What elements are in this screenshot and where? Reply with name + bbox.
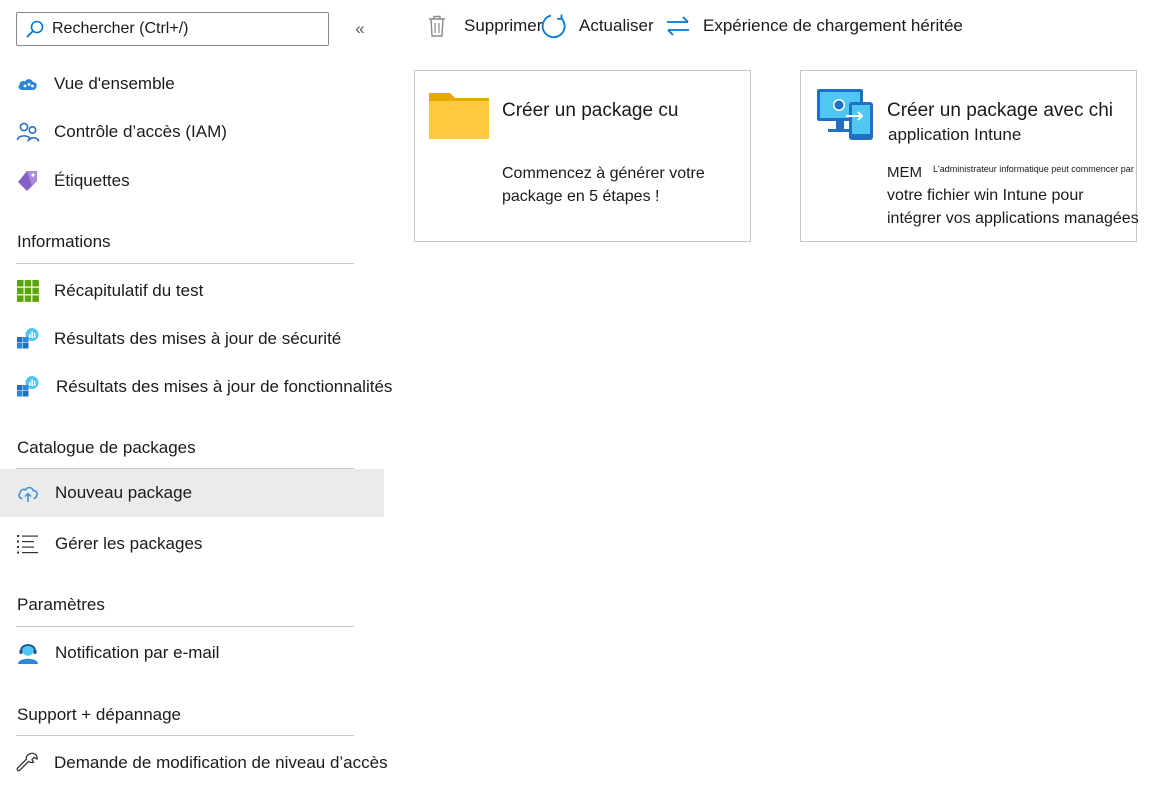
legacy-label: Expérience de chargement héritée xyxy=(703,16,963,35)
sidebar: « Vue d'ensemble Contrôle d’accès (IAM) xyxy=(0,0,400,789)
sidebar-item-label: Contrôle d’accès (IAM) xyxy=(54,122,227,141)
sidebar-item-tags[interactable]: Étiquettes xyxy=(0,157,384,205)
sidebar-item-access-level-request[interactable]: Demande de modification de niveau d’accè… xyxy=(0,739,388,787)
search-icon xyxy=(26,20,44,38)
sidebar-item-iam[interactable]: Contrôle d’accès (IAM) xyxy=(0,108,384,156)
people-icon xyxy=(16,120,40,144)
section-title-support: Support + dépannage xyxy=(17,705,182,724)
create-intune-package-card[interactable]: Créer un package avec chi application In… xyxy=(800,70,1139,242)
cloud-upload-icon xyxy=(16,481,40,505)
command-bar: Supprimer Actualiser Expérience de charg… xyxy=(414,6,1154,46)
tag-icon xyxy=(16,169,40,193)
section-divider xyxy=(16,263,354,264)
section-title-package-catalog: Catalogue de packages xyxy=(17,438,196,457)
sidebar-item-security-updates[interactable]: Résultats des mises à jour de sécurité xyxy=(0,315,384,363)
sidebar-item-label: Nouveau package xyxy=(55,483,193,502)
sidebar-item-label: Notification par e-mail xyxy=(55,643,220,662)
switch-arrows-icon xyxy=(667,16,689,36)
delete-label: Supprimer xyxy=(464,16,543,35)
grid-summary-icon xyxy=(16,279,40,303)
card-title: Créer un package cu xyxy=(502,100,679,121)
sidebar-item-feature-updates[interactable]: Résultats des mises à jour de fonctionna… xyxy=(0,363,392,411)
card-description: Commencez à générer votre package en 5 é… xyxy=(502,165,705,205)
chart-cubes-icon xyxy=(16,327,40,351)
card-title: Créer un package avec chi xyxy=(887,100,1114,121)
sidebar-item-new-package[interactable]: Nouveau package xyxy=(0,469,384,517)
sidebar-item-label: Demande de modification de niveau d’accè… xyxy=(54,753,388,772)
sidebar-item-label: Vue d'ensemble xyxy=(54,74,175,93)
search-input[interactable] xyxy=(52,20,312,38)
section-divider xyxy=(16,735,354,736)
person-headset-icon xyxy=(16,641,40,665)
monitor-device-icon xyxy=(817,89,873,140)
chart-cubes-icon xyxy=(16,375,40,399)
collapse-sidebar-button[interactable]: « xyxy=(350,18,370,40)
sidebar-item-overview[interactable]: Vue d'ensemble xyxy=(0,60,384,108)
sidebar-item-email-notification[interactable]: Notification par e-mail xyxy=(0,629,384,677)
card-title-line2: application Intune xyxy=(888,125,1022,144)
mem-label: MEM xyxy=(887,164,922,181)
sidebar-item-label: Résultats des mises à jour de fonctionna… xyxy=(56,377,393,396)
sidebar-item-test-summary[interactable]: Récapitulatif du test xyxy=(0,267,384,315)
search-box[interactable] xyxy=(16,12,329,46)
section-title-informations: Informations xyxy=(17,232,111,251)
trash-icon xyxy=(429,15,445,37)
wrench-icon xyxy=(16,751,40,775)
cloud-overview-icon xyxy=(16,72,40,96)
refresh-label: Actualiser xyxy=(579,16,654,35)
folder-icon xyxy=(429,93,489,139)
sidebar-item-label: Récapitulatif du test xyxy=(54,281,204,300)
sidebar-item-label: Gérer les packages xyxy=(55,534,203,553)
sidebar-item-manage-packages[interactable]: Gérer les packages xyxy=(0,520,384,568)
small-note: L'administrateur informatique peut comme… xyxy=(933,164,1134,174)
card-description: votre fichier win Intune pour xyxy=(887,187,1084,204)
section-title-settings: Paramètres xyxy=(17,595,105,614)
create-package-card[interactable]: Créer un package cu Commencez à générer … xyxy=(414,70,751,242)
delete-button[interactable]: Supprimer xyxy=(426,6,542,46)
refresh-icon xyxy=(541,14,566,39)
list-icon xyxy=(16,532,40,556)
sidebar-item-label: Résultats des mises à jour de sécurité xyxy=(54,329,342,348)
sidebar-item-label: Étiquettes xyxy=(54,171,130,190)
section-divider xyxy=(16,626,354,627)
refresh-button[interactable]: Actualiser xyxy=(541,6,654,46)
card-description-line2: intégrer vos applications managées xyxy=(887,210,1139,227)
legacy-upload-button[interactable]: Expérience de chargement héritée xyxy=(665,6,963,46)
